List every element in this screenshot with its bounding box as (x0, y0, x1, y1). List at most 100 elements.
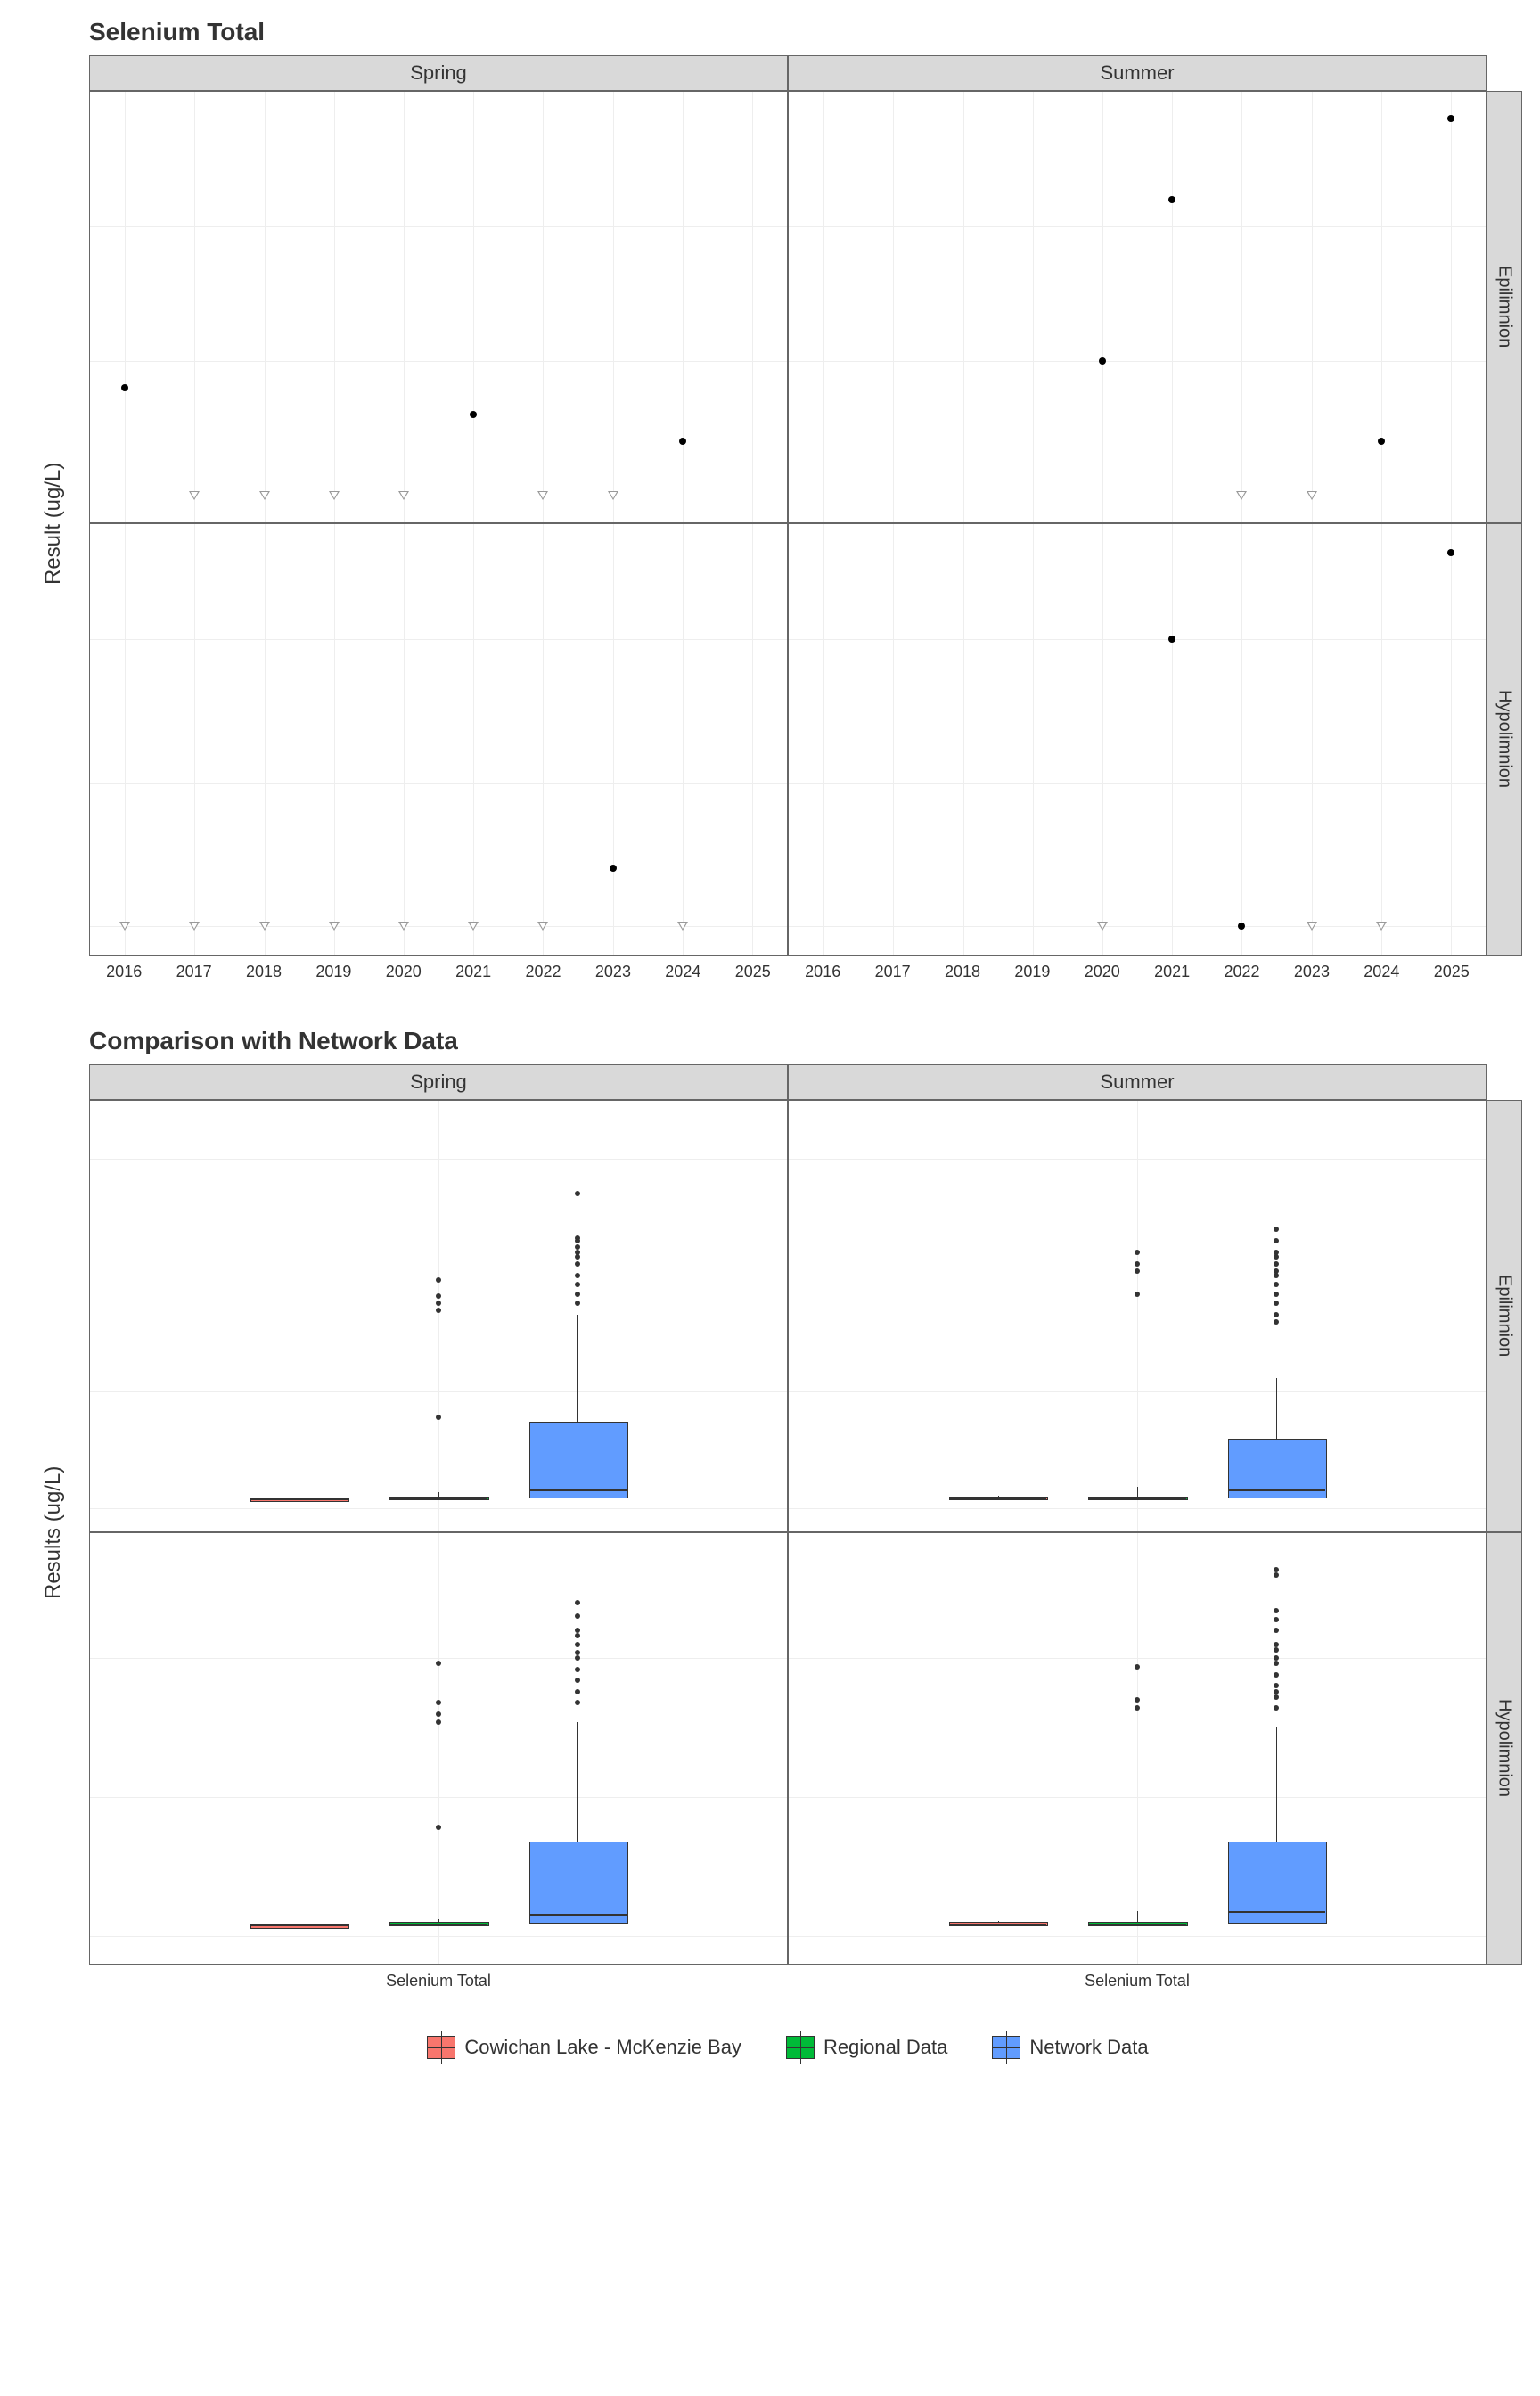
data-point (470, 411, 477, 418)
outlier-point (1135, 1250, 1140, 1255)
outlier-point (575, 1261, 580, 1267)
data-point (1378, 438, 1385, 445)
facet-col-summer: Summer (788, 55, 1487, 91)
censored-point (329, 922, 340, 931)
outlier-point (575, 1655, 580, 1661)
facet-col-spring: Spring (89, 55, 788, 91)
censored-point (189, 491, 200, 500)
outlier-point (1274, 1661, 1279, 1666)
censored-point (398, 491, 409, 500)
outlier-point (1274, 1268, 1279, 1274)
outlier-point (1274, 1683, 1279, 1688)
outlier-point (436, 1700, 441, 1705)
outlier-point (1274, 1567, 1279, 1572)
outlier-point (436, 1293, 441, 1299)
data-point (121, 384, 128, 391)
data-point (1238, 923, 1245, 930)
boxplot-box (529, 1422, 628, 1498)
censored-point (259, 922, 270, 931)
outlier-point (575, 1273, 580, 1278)
outlier-point (1274, 1608, 1279, 1613)
outlier-point (575, 1613, 580, 1619)
outlier-point (1274, 1273, 1279, 1278)
legend-key-green (786, 2036, 815, 2059)
legend-item-regional: Regional Data (786, 2036, 947, 2059)
x-ticks-right: 2016201720182019202020212022202320242025 (788, 956, 1487, 991)
outlier-point (436, 1661, 441, 1666)
legend-key-red (427, 2036, 455, 2059)
outlier-point (575, 1235, 580, 1241)
box-panel-summer-hypo (788, 1532, 1487, 1965)
outlier-point (1135, 1664, 1140, 1670)
outlier-point (575, 1700, 580, 1705)
facet-col-summer-2: Summer (788, 1064, 1487, 1100)
outlier-point (1274, 1261, 1279, 1267)
outlier-point (575, 1642, 580, 1647)
censored-point (1097, 922, 1108, 931)
censored-point (1307, 491, 1317, 500)
censored-point (329, 491, 340, 500)
censored-point (1307, 922, 1317, 931)
facet-row-hypo-2: Hypolimnion (1487, 1532, 1522, 1965)
outlier-point (575, 1667, 580, 1672)
outlier-point (1135, 1697, 1140, 1703)
outlier-point (1274, 1282, 1279, 1287)
chart-title-1: Selenium Total (89, 18, 1522, 46)
data-point (1168, 196, 1175, 203)
censored-point (608, 491, 618, 500)
outlier-point (1274, 1705, 1279, 1711)
outlier-point (1135, 1261, 1140, 1267)
boxplot-chart: Comparison with Network Data Spring Summ… (18, 1027, 1522, 2000)
censored-point (189, 922, 200, 931)
outlier-point (1274, 1689, 1279, 1694)
outlier-point (575, 1600, 580, 1605)
outlier-point (1274, 1238, 1279, 1243)
legend-item-network: Network Data (992, 2036, 1148, 2059)
outlier-point (436, 1415, 441, 1420)
outlier-point (575, 1250, 580, 1255)
outlier-point (1135, 1705, 1140, 1711)
outlier-point (436, 1308, 441, 1313)
censored-point (537, 491, 548, 500)
panel-spring-epilimnion: 0.05 0.045 0.04 (89, 91, 788, 523)
outlier-point (436, 1711, 441, 1717)
panel-summer-hypolimnion (788, 523, 1487, 956)
data-point (1168, 636, 1175, 643)
outlier-point (575, 1633, 580, 1638)
censored-point (119, 922, 130, 931)
outlier-point (1274, 1301, 1279, 1306)
scatter-chart: Selenium Total Spring Summer Result (ug/… (18, 18, 1522, 991)
x-label-right: Selenium Total (788, 1965, 1487, 2000)
box-panel-summer-epi (788, 1100, 1487, 1532)
outlier-point (1274, 1647, 1279, 1653)
panel-summer-epilimnion (788, 91, 1487, 523)
censored-point (468, 922, 479, 931)
outlier-point (575, 1244, 580, 1250)
box-panel-spring-epi: 1.5 1 0.5 0 (89, 1100, 788, 1532)
outlier-point (436, 1277, 441, 1283)
x-label-left: Selenium Total (89, 1965, 788, 2000)
x-ticks-left: 2016201720182019202020212022202320242025 (89, 956, 788, 991)
censored-point (1376, 922, 1387, 931)
outlier-point (1274, 1672, 1279, 1678)
outlier-point (1274, 1292, 1279, 1297)
chart-title-2: Comparison with Network Data (89, 1027, 1522, 1055)
panel-spring-hypolimnion: 0.05 0.045 0.04 (89, 523, 788, 956)
outlier-point (575, 1650, 580, 1655)
outlier-point (575, 1678, 580, 1683)
outlier-point (1274, 1628, 1279, 1633)
facet-col-spring-2: Spring (89, 1064, 788, 1100)
box-panel-spring-hypo: 1 0.5 0 (89, 1532, 788, 1965)
outlier-point (1274, 1250, 1279, 1255)
facet-row-epi: Epilimnion (1487, 91, 1522, 523)
outlier-point (1274, 1312, 1279, 1317)
outlier-point (1274, 1655, 1279, 1661)
y-axis-label-1: Result (ug/L) (18, 91, 89, 956)
outlier-point (1274, 1572, 1279, 1578)
censored-point (259, 491, 270, 500)
outlier-point (575, 1254, 580, 1260)
legend-key-blue (992, 2036, 1020, 2059)
censored-point (537, 922, 548, 931)
outlier-point (1274, 1319, 1279, 1325)
data-point (610, 865, 617, 872)
